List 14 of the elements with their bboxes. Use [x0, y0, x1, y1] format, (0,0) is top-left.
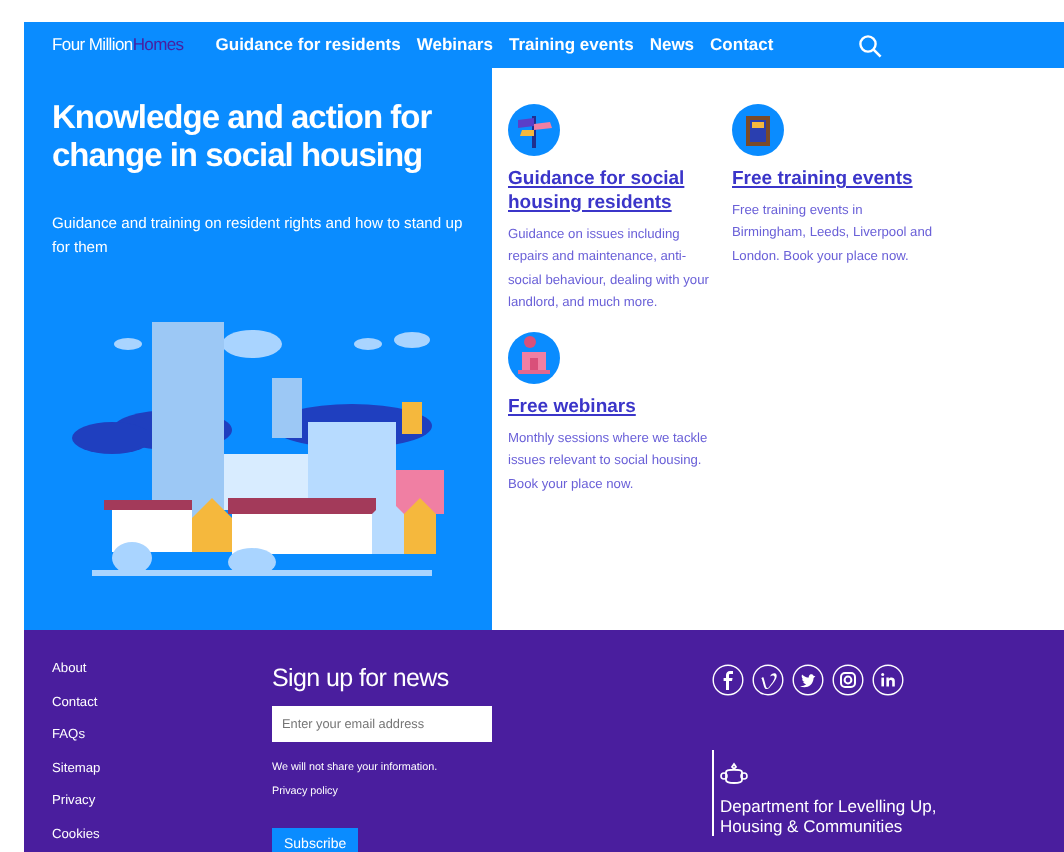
feature-link[interactable]: Free webinars	[508, 395, 712, 420]
search-icon[interactable]	[857, 33, 882, 57]
feature-link[interactable]: Guidance for social housing residents	[508, 168, 712, 216]
signup-heading: Sign up for news	[272, 664, 451, 694]
facebook-icon[interactable]	[712, 664, 744, 696]
twitter-icon[interactable]	[792, 664, 824, 696]
hero-heading: Knowledge and action for change in social housing	[52, 100, 434, 176]
feature-link[interactable]: Free training events	[732, 168, 936, 192]
department-name: Department for Levelling Up, Housing & Communities	[720, 798, 939, 836]
vimeo-icon[interactable]	[752, 664, 784, 696]
signpost-icon	[508, 104, 560, 156]
instagram-icon[interactable]	[832, 664, 864, 696]
door-icon	[732, 104, 784, 156]
linkedin-icon[interactable]	[872, 664, 904, 696]
